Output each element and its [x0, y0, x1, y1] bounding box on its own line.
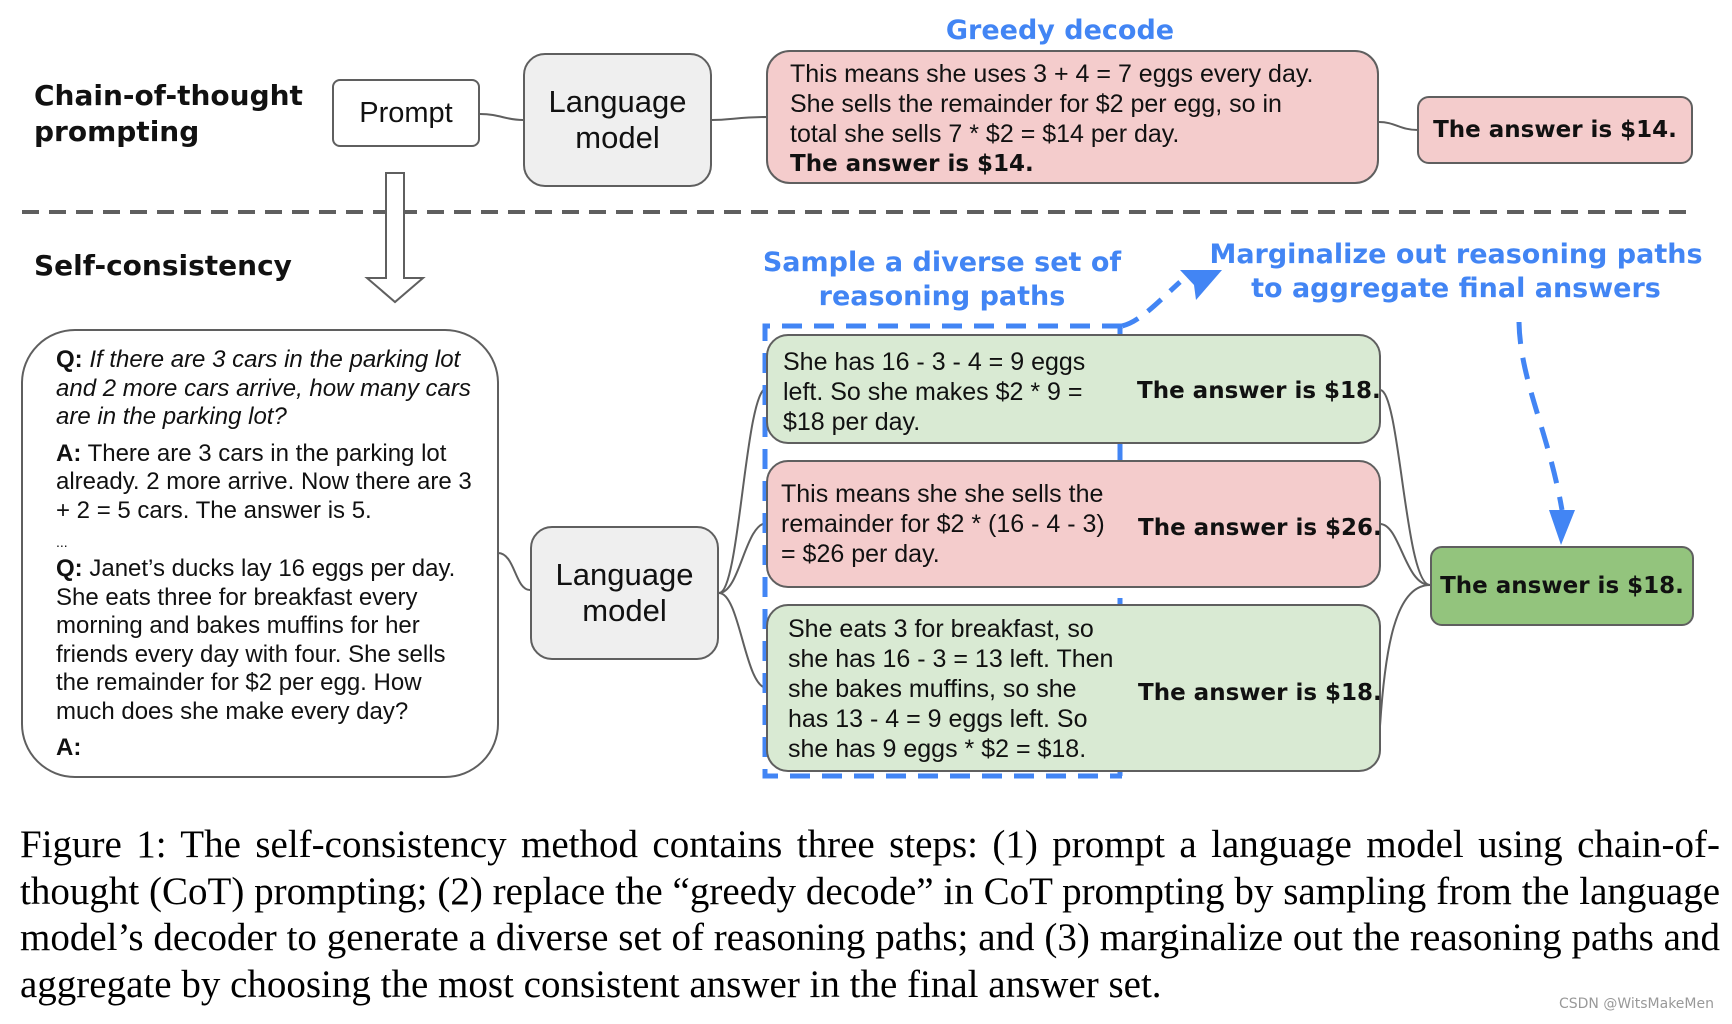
- connector-lm-to-path-3: [718, 592, 768, 689]
- q1-label: Q:: [56, 346, 83, 373]
- path-2-line: This means she she sells the: [781, 480, 1104, 508]
- greedy-decode-label: Greedy decode: [945, 15, 1175, 46]
- aggregate-arrowhead-icon: [1549, 510, 1575, 545]
- path-2-line: = $26 per day.: [781, 540, 940, 568]
- final-answer-text: The answer is $18.: [1440, 573, 1684, 599]
- cot-lm-label-line-1: Language: [548, 84, 687, 119]
- a1-text: There are 3 cars in the parking lot alre…: [56, 439, 472, 524]
- marginalize-label-line-1: Marginalize out reasoning paths: [1209, 239, 1703, 270]
- path-1-answer: The answer is $18.: [1137, 378, 1381, 404]
- sc-lm-label-line-2: model: [582, 593, 667, 628]
- down-arrow-icon: [364, 172, 426, 304]
- path-3-line: she bakes muffins, so she: [788, 675, 1077, 703]
- greedy-line-3: total she sells 7 * $2 = $14 per day.: [790, 120, 1180, 148]
- prompt-box: Prompt: [332, 79, 480, 147]
- cot-section-title: Chain-of-thought prompting: [34, 79, 303, 148]
- final-answer-box: The answer is $18.: [1430, 546, 1694, 626]
- connector-prompt-box-to-lm: [497, 552, 531, 591]
- path-3-line: she has 9 eggs * $2 = $18.: [788, 735, 1087, 763]
- path-3-line: has 13 - 4 = 9 eggs left. So: [788, 705, 1088, 733]
- path-2-reasoning: This means she she sells the remainder f…: [781, 479, 1105, 569]
- connector-path-3-to-final: [1379, 584, 1431, 727]
- path-2-line: remainder for $2 * (16 - 4 - 3): [781, 510, 1105, 538]
- sample-label-line-1: Sample a diverse set of: [762, 247, 1122, 278]
- q2-label: Q:: [56, 555, 83, 582]
- greedy-reasoning-box: This means she uses 3 + 4 = 7 eggs every…: [766, 50, 1379, 184]
- credit-watermark: CSDN @WitsMakeMen: [1558, 996, 1714, 1012]
- path-3-line: She eats 3 for breakfast, so: [788, 615, 1094, 643]
- connector-lm-to-greedy: [711, 116, 769, 121]
- cot-lm-label-line-2: model: [575, 120, 660, 155]
- sample-label-line-2: reasoning paths: [818, 281, 1066, 312]
- sc-prompt-content: Q: If there are 3 cars in the parking lo…: [56, 346, 476, 771]
- path-1-line: $18 per day.: [783, 408, 921, 436]
- greedy-line-2: She sells the remainder for $2 per egg, …: [790, 90, 1282, 118]
- greedy-line-1: This means she uses 3 + 4 = 7 eggs every…: [790, 60, 1314, 88]
- path-2-answer: The answer is $26.: [1138, 515, 1382, 541]
- connector-path-2-to-final: [1379, 523, 1431, 586]
- q1-text: If there are 3 cars in the parking lot a…: [56, 346, 471, 430]
- connector-path-1-to-final: [1379, 389, 1431, 586]
- q2-text: Janet’s ducks lay 16 eggs per day. She e…: [56, 555, 456, 725]
- aggregate-down-arrow: [1516, 321, 1565, 511]
- prompt-label: Prompt: [359, 96, 453, 129]
- sc-lm-label-line-1: Language: [555, 557, 694, 592]
- sc-language-model-box: Language model: [530, 526, 719, 660]
- path-1-line: She has 16 - 3 - 4 = 9 eggs: [783, 348, 1086, 376]
- a1-label: A:: [56, 439, 82, 467]
- sc-section-title: Self-consistency: [34, 249, 292, 282]
- cot-language-model-box: Language model: [523, 53, 712, 187]
- path-3-answer: The answer is $18.: [1138, 680, 1382, 706]
- path-1-reasoning: She has 16 - 3 - 4 = 9 eggs left. So she…: [783, 347, 1085, 437]
- greedy-answer-text: The answer is $14.: [1433, 117, 1677, 143]
- path-3-line: she has 16 - 3 = 13 left. Then: [788, 645, 1114, 673]
- marginalize-label: Marginalize out reasoning paths to aggre…: [1196, 238, 1716, 306]
- greedy-answer-box: The answer is $14.: [1417, 96, 1693, 164]
- path-1-line: left. So she makes $2 * 9 =: [783, 378, 1083, 406]
- connector-lm-to-path-1: [718, 387, 768, 594]
- figure-caption: Figure 1: The self-consistency method co…: [20, 823, 1720, 1006]
- sample-paths-label: Sample a diverse set of reasoning paths: [752, 246, 1132, 314]
- greedy-inline-answer: The answer is $14.: [790, 151, 1034, 177]
- path-3-reasoning: She eats 3 for breakfast, so she has 16 …: [788, 614, 1113, 764]
- a2-label: A:: [56, 734, 82, 761]
- connector-prompt-to-lm: [479, 113, 524, 121]
- connector-greedy-to-answer: [1378, 121, 1419, 131]
- marginalize-label-line-2: to aggregate final answers: [1251, 273, 1661, 304]
- prompt-ellipsis: ...: [56, 534, 68, 550]
